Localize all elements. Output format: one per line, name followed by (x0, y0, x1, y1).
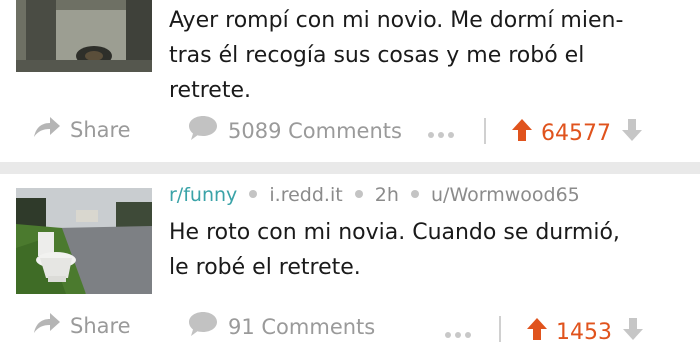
share-button[interactable]: Share (32, 115, 131, 144)
post-thumbnail[interactable] (16, 188, 152, 294)
comment-bubble-icon (187, 310, 219, 343)
action-divider (484, 118, 486, 144)
post-card[interactable]: Ayer rompí con mi novio. Me dormí mien- … (0, 0, 700, 162)
meta-dot (249, 189, 258, 198)
upvote-arrow-icon[interactable] (526, 317, 548, 347)
score-value: 1453 (556, 319, 612, 345)
vote-controls: 64577 (511, 118, 643, 148)
post-thumbnail[interactable] (16, 0, 152, 72)
post-domain[interactable]: i.redd.it (269, 184, 342, 206)
thumbnail-image (16, 0, 152, 72)
downvote-arrow-icon[interactable] (621, 118, 643, 148)
post-age: 2h (374, 184, 399, 206)
more-dots-icon[interactable] (445, 332, 471, 338)
more-dots-icon[interactable] (428, 132, 454, 138)
share-label: Share (70, 117, 131, 142)
meta-dot (354, 189, 363, 198)
comments-button[interactable]: 5089 Comments (187, 114, 402, 147)
meta-dot (410, 189, 419, 198)
share-arrow-icon (32, 311, 62, 340)
comments-button[interactable]: 91 Comments (187, 310, 375, 343)
comment-bubble-icon (187, 114, 219, 147)
subreddit-link[interactable]: r/funny (169, 184, 237, 206)
post-meta: r/funny i.redd.it 2h u/Wormwood65 (169, 184, 580, 206)
share-label: Share (70, 313, 131, 338)
post-card[interactable]: r/funny i.redd.it 2h u/Wormwood65 He rot… (0, 174, 700, 353)
comments-count: 5089 Comments (228, 118, 402, 143)
downvote-arrow-icon[interactable] (622, 317, 644, 347)
share-button[interactable]: Share (32, 311, 131, 340)
thumbnail-image (16, 188, 152, 294)
score-value: 64577 (541, 120, 611, 146)
post-title[interactable]: He roto con mi novia. Cuando se durmió, … (169, 215, 694, 285)
post-title[interactable]: Ayer rompí con mi novio. Me dormí mien- … (169, 3, 694, 108)
action-divider (499, 316, 501, 342)
post-author[interactable]: u/Wormwood65 (431, 184, 580, 206)
upvote-arrow-icon[interactable] (511, 118, 533, 148)
comments-count: 91 Comments (228, 314, 376, 339)
share-arrow-icon (32, 115, 62, 144)
vote-controls: 1453 (526, 317, 644, 347)
post-separator (0, 162, 700, 174)
